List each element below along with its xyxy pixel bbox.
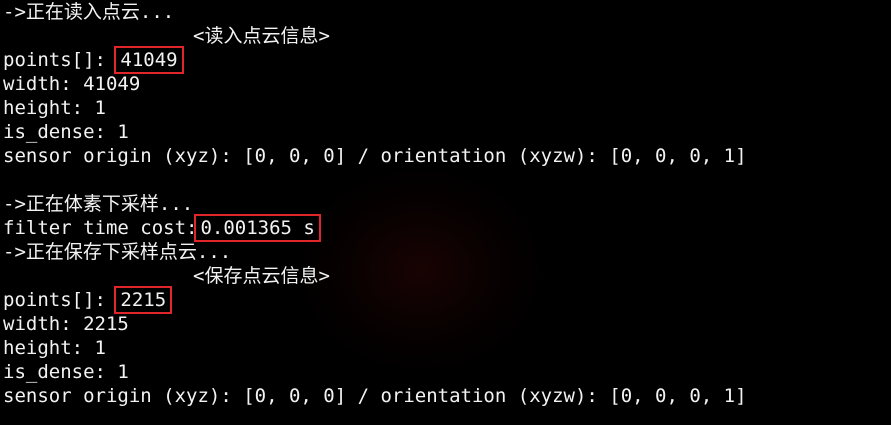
status-reading-cloud: ->正在读入点云... — [3, 1, 175, 23]
saved-points-label: points[]: — [3, 289, 118, 311]
height-line: height: 1 — [3, 97, 106, 119]
width-line: width: 41049 — [3, 73, 141, 95]
status-saving-cloud: ->正在保存下采样点云... — [3, 241, 232, 263]
saved-points-value-highlighted: 2215 — [114, 286, 173, 314]
status-voxel-downsampling: ->正在体素下采样... — [3, 193, 194, 215]
background-watermark — [300, 170, 540, 370]
sensor-origin-line: sensor origin (xyz): [0, 0, 0] / orienta… — [3, 145, 747, 167]
saved-width-line: width: 2215 — [3, 313, 129, 335]
saved-sensor-origin-line: sensor origin (xyz): [0, 0, 0] / orienta… — [3, 385, 747, 407]
section-header-read-info: <读入点云信息> — [193, 25, 330, 47]
points-label: points[]: — [3, 49, 118, 71]
points-value-highlighted: 41049 — [114, 46, 184, 74]
saved-points-count-line: points[]: 2215 — [3, 286, 173, 314]
points-count-line: points[]: 41049 — [3, 46, 184, 74]
filter-time-line: filter time cost: 0.001365 s — [3, 214, 321, 242]
filter-time-label: filter time cost: — [3, 217, 198, 239]
saved-is-dense-line: is_dense: 1 — [3, 361, 129, 383]
terminal-window[interactable]: ->正在读入点云... <读入点云信息> points[]: 41049 wid… — [0, 0, 891, 425]
filter-time-value-highlighted: 0.001365 s — [194, 214, 321, 242]
saved-height-line: height: 1 — [3, 337, 106, 359]
is-dense-line: is_dense: 1 — [3, 121, 129, 143]
section-header-save-info: <保存点云信息> — [193, 265, 330, 287]
